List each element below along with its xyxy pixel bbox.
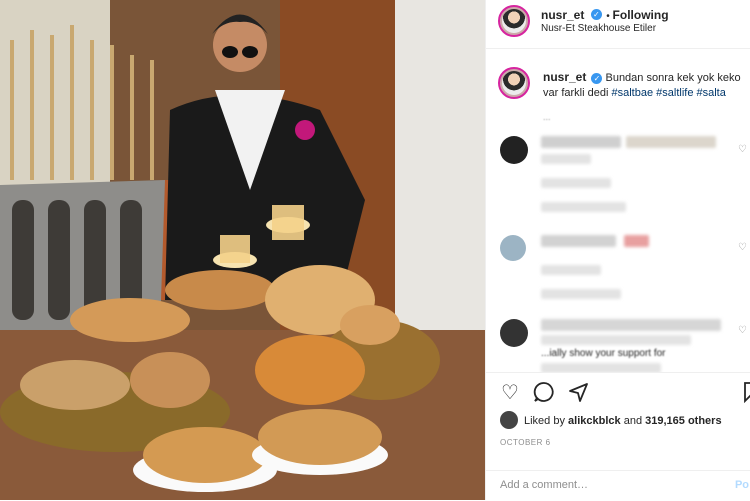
commenter-avatar[interactable] (500, 319, 528, 347)
author-username[interactable]: nusr_et (541, 8, 584, 22)
caption-avatar[interactable] (498, 67, 530, 99)
post-image (0, 0, 485, 500)
author-avatar[interactable] (498, 5, 530, 37)
post-caption: nusr_et ✓ Bundan sonra kek yok keko var … (543, 70, 748, 101)
small-heart-icon[interactable]: ♡ (738, 242, 747, 253)
small-heart-icon[interactable]: ♡ (738, 325, 747, 336)
likes-prefix: Liked by (524, 415, 565, 427)
likes-connector: and (623, 415, 643, 427)
share-arrow-icon[interactable] (566, 381, 590, 405)
small-heart-icon[interactable]: ♡ (738, 144, 747, 155)
post-side-panel: nusr_et ✓ • Following Nusr-Et Steakhouse… (485, 0, 750, 500)
following-button[interactable]: Following (613, 8, 669, 22)
add-comment-bar: Add a comment… Po (486, 470, 750, 501)
post-date[interactable]: OCTOBER 6 (500, 438, 551, 447)
comment-item: ...ially show your support for ♡ (486, 315, 750, 372)
comment-item: ♡ (486, 225, 750, 315)
add-comment-input[interactable]: Add a comment… (500, 479, 588, 491)
hashtag-saltlife[interactable]: #saltlife (656, 87, 693, 99)
caption-username[interactable]: nusr_et (543, 70, 586, 84)
commenter-avatar[interactable] (500, 235, 526, 261)
hashtag-salta[interactable]: #salta (697, 87, 726, 99)
heart-icon[interactable]: ♡ (498, 381, 522, 405)
liker-username[interactable]: alikckblck (568, 415, 621, 427)
caption-meta: ... (543, 112, 551, 122)
post-photo[interactable] (0, 0, 485, 500)
commenter-avatar[interactable] (500, 136, 528, 164)
verified-badge-icon: ✓ (591, 72, 603, 84)
post-header: nusr_et ✓ • Following Nusr-Et Steakhouse… (486, 0, 750, 49)
comment-item: ♡ (486, 128, 750, 218)
likes-count[interactable]: 319,165 others (645, 415, 721, 427)
likes-summary: Liked by alikckblck and 319,165 others (524, 415, 722, 427)
liker-avatar[interactable] (500, 411, 518, 429)
post-location[interactable]: Nusr-Et Steakhouse Etiler (541, 23, 656, 34)
bookmark-icon[interactable] (738, 381, 750, 405)
verified-badge-icon: ✓ (590, 9, 602, 21)
post-comment-button[interactable]: Po (735, 479, 749, 491)
hashtag-saltbae[interactable]: #saltbae (611, 87, 653, 99)
comment-bubble-icon[interactable] (532, 381, 556, 405)
comment-text: ...ially show your support for (541, 348, 666, 359)
